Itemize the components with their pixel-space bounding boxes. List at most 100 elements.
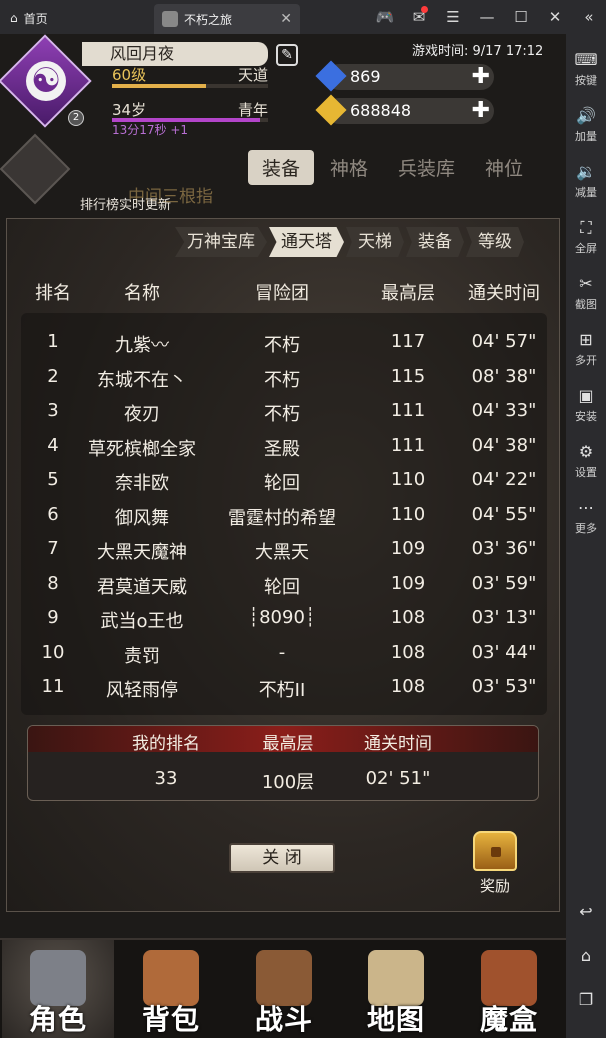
cell-time: 03' 36" <box>471 538 537 559</box>
sidebar-item-screenshot[interactable]: ✂ 截图 <box>566 274 606 312</box>
table-row[interactable]: 1 九紫〰 不朽 117 04' 57" <box>21 331 547 366</box>
volume-down-icon: 🔉 <box>576 162 596 181</box>
cell-name: 御风舞 <box>115 507 169 529</box>
add-diamond-button[interactable]: ✚ <box>472 64 490 90</box>
my-rank-value: 33 <box>154 768 178 789</box>
close-button[interactable]: 关 闭 <box>229 843 335 873</box>
table-row[interactable]: 5 奈非欧 轮回 110 04' 22" <box>21 469 547 504</box>
my-ranking-box: 我的排名 最高层 通关时间 33 100层 02' 51" <box>27 725 539 801</box>
bottom-nav: 角色 背包 战斗 地图 魔盒 <box>0 938 566 1038</box>
game-tab[interactable]: 不朽之旅 ✕ <box>154 4 300 34</box>
tab-pantheon-vault[interactable]: 万神宝库 <box>175 227 267 257</box>
sidebar-item-keymap[interactable]: ⌨ 按键 <box>566 50 606 88</box>
table-row[interactable]: 2 东城不在丶 不朽 115 08' 38" <box>21 366 547 401</box>
table-row[interactable]: 8 君莫道天威 轮回 109 03' 59" <box>21 573 547 608</box>
recent-apps-icon[interactable]: ❐ <box>566 990 606 1009</box>
table-row[interactable]: 6 御风舞 雷霆村的希望 110 04' 55" <box>21 504 547 539</box>
gold-value: 688848 <box>350 101 412 120</box>
my-rank-header: 我的排名 <box>132 734 200 754</box>
sidebar-label: 截图 <box>575 298 597 311</box>
bg-tab-god-seat[interactable]: 神位 <box>471 150 537 185</box>
nav-character[interactable]: 角色 <box>2 940 114 1038</box>
emulator-sidebar: ⌨ 按键 🔊 加量 🔉 减量 ⛶ 全屏 ✂ 截图 ⊞ 多开 ▣ 安装 ⚙ 设置 ⋯ 更多 ↩ ⌂ … <box>566 34 606 1038</box>
bg-tab-armory[interactable]: 兵装库 <box>384 150 469 185</box>
nav-label: 战斗 <box>254 1003 313 1036</box>
cell-rank: 6 <box>47 503 59 525</box>
tab-level[interactable]: 等级 <box>466 227 524 257</box>
keyboard-icon: ⌨ <box>574 50 598 69</box>
table-row[interactable]: 11 风轻雨停 不朽II 108 03' 53" <box>21 676 547 711</box>
sidebar-item-more[interactable]: ⋯ 更多 <box>566 498 606 536</box>
cell-name: 风轻雨停 <box>106 680 178 701</box>
gamepad-icon[interactable]: 🎮 <box>368 8 402 26</box>
sidebar-item-volume-up[interactable]: 🔊 加量 <box>566 106 606 144</box>
mail-icon[interactable]: ✉ <box>402 6 436 26</box>
reward-button[interactable]: 奖励 <box>465 831 525 896</box>
cell-team: 圣殿 <box>264 438 300 460</box>
sidebar-item-install-apk[interactable]: ▣ 安装 <box>566 386 606 424</box>
nav-map[interactable]: 地图 <box>340 940 452 1038</box>
sidebar-item-multi-open[interactable]: ⊞ 多开 <box>566 330 606 368</box>
multi-open-icon: ⊞ <box>579 330 593 349</box>
level-progress-bar <box>112 84 268 88</box>
scissors-icon: ✂ <box>579 274 593 293</box>
cell-time: 04' 57" <box>471 331 537 352</box>
close-window-icon[interactable]: ✕ <box>538 8 572 26</box>
home-tab[interactable]: ⌂ 首页 <box>10 6 48 30</box>
cell-floor: 111 <box>390 434 426 456</box>
tab-equipment[interactable]: 装备 <box>406 227 464 257</box>
yin-yang-icon: ☯ <box>26 61 66 101</box>
table-row[interactable]: 4 草死槟榔全家 圣殿 111 04' 38" <box>21 435 547 470</box>
table-row[interactable]: 3 夜刃 不朽 111 04' 33" <box>21 400 547 435</box>
add-gold-button[interactable]: ✚ <box>472 98 490 124</box>
nav-label: 地图 <box>366 1003 425 1036</box>
table-row[interactable]: 9 武当o王也 ┊8090┊ 108 03' 13" <box>21 607 547 642</box>
android-home-icon[interactable]: ⌂ <box>566 946 606 965</box>
tab-sky-tower[interactable]: 通天塔 <box>269 227 344 257</box>
cell-team: 不朽 <box>264 369 300 391</box>
sidebar-label: 加量 <box>575 130 597 143</box>
cell-floor: 110 <box>390 503 426 525</box>
cell-team: 雷霆村的希望 <box>228 507 336 529</box>
sidebar-item-volume-down[interactable]: 🔉 减量 <box>566 162 606 200</box>
cell-team: 不朽 <box>264 335 300 356</box>
cell-team: 不朽 <box>264 404 300 425</box>
table-row[interactable]: 10 责罚 - 108 03' 44" <box>21 642 547 677</box>
player-age-stage: 青年 <box>237 101 268 119</box>
bg-tab-godhood[interactable]: 神格 <box>316 150 382 185</box>
minimize-icon[interactable]: — <box>470 8 504 26</box>
collapse-sidebar-icon[interactable]: « <box>572 8 606 26</box>
sidebar-item-settings[interactable]: ⚙ 设置 <box>566 442 606 480</box>
cell-name: 武当o王也 <box>100 611 184 632</box>
nav-backpack[interactable]: 背包 <box>115 940 227 1038</box>
sidebar-label: 按键 <box>575 74 597 87</box>
edit-name-icon[interactable]: ✎ <box>276 44 298 66</box>
player-level: 60级 <box>112 66 147 84</box>
bg-tab-equip[interactable]: 装备 <box>248 150 315 185</box>
gold-icon <box>315 94 347 126</box>
tab-ladder[interactable]: 天梯 <box>346 227 404 257</box>
cell-time: 03' 53" <box>471 676 537 697</box>
back-icon[interactable]: ↩ <box>566 902 606 921</box>
header-floor: 最高层 <box>381 283 435 304</box>
cell-floor: 109 <box>390 538 426 559</box>
cell-time: 08' 38" <box>471 365 537 387</box>
cell-name: 夜刃 <box>124 404 160 425</box>
ranking-list: 1 九紫〰 不朽 117 04' 57" 2 东城不在丶 不朽 115 08' 38" 3 夜刃 不朽 1… <box>21 331 547 711</box>
level-row: 60级 天道 <box>112 64 268 85</box>
cell-rank: 2 <box>47 365 59 387</box>
cell-team: 大黑天 <box>255 542 309 563</box>
sidebar-item-fullscreen[interactable]: ⛶ 全屏 <box>566 218 606 256</box>
table-row[interactable]: 7 大黑天魔神 大黑天 109 03' 36" <box>21 538 547 573</box>
nav-battle[interactable]: 战斗 <box>228 940 340 1038</box>
menu-icon[interactable]: ☰ <box>436 8 470 26</box>
cell-time: 03' 44" <box>471 641 537 663</box>
maximize-icon[interactable]: ☐ <box>504 8 538 26</box>
ranking-realtime-note: 排行榜实时更新 <box>80 198 172 213</box>
nav-magic-box[interactable]: 魔盒 <box>453 940 565 1038</box>
tab-close-icon[interactable]: ✕ <box>280 11 292 27</box>
sidebar-label: 设置 <box>575 466 597 479</box>
game-viewport: ☯ 2 风回月夜 ✎ 60级 天道 34岁 青年 13分17秒 +1 游戏时间:… <box>0 34 566 1038</box>
gold-resource: 688848 ✚ <box>315 94 494 126</box>
age-timer: 13分17秒 +1 <box>112 123 189 137</box>
